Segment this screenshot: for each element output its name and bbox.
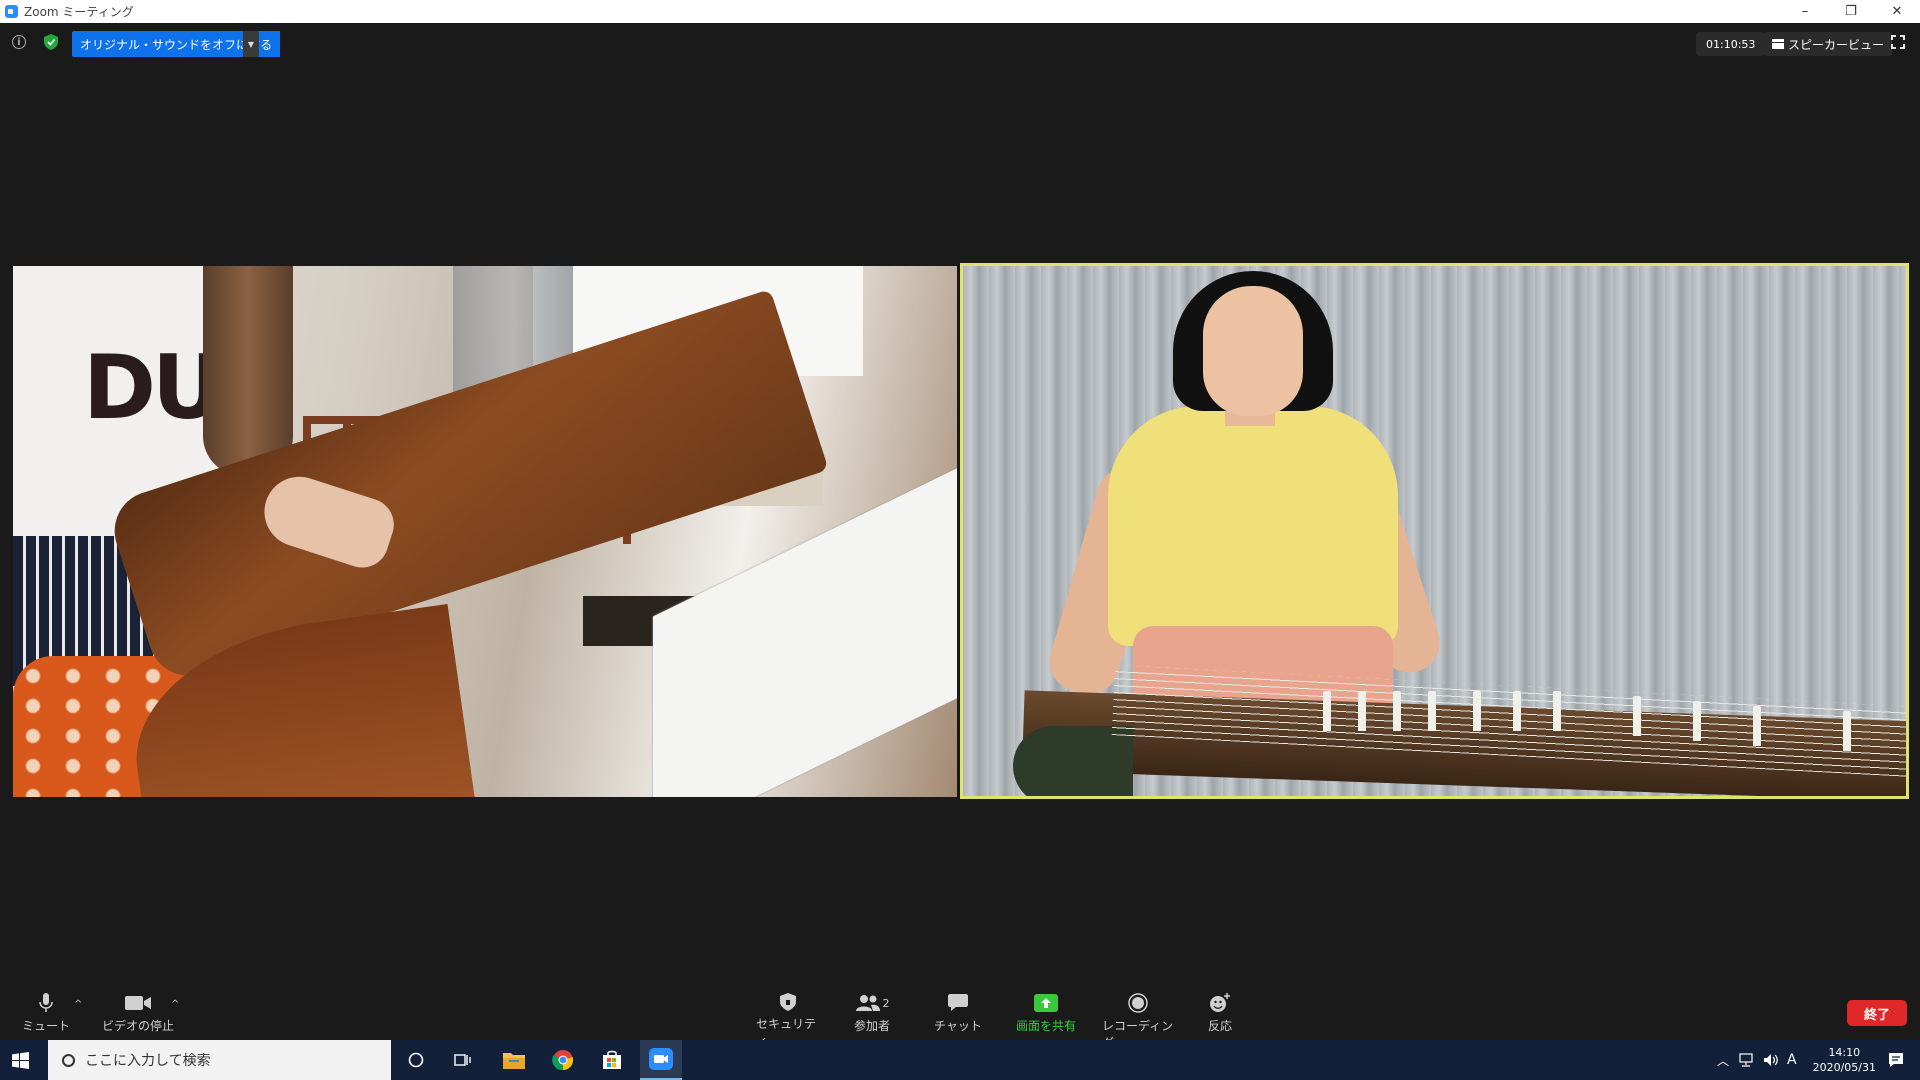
speaker-view-button[interactable]: スピーカービュー: [1764, 32, 1893, 56]
security-button[interactable]: セキュリティ: [756, 985, 820, 1048]
taskbar-search-placeholder: ここに入力して検索: [85, 1053, 211, 1069]
chat-bubble-icon: [948, 993, 968, 1013]
minimize-button[interactable]: –: [1782, 0, 1828, 23]
reactions-label: 反応: [1207, 1019, 1232, 1033]
scene-face: [1203, 286, 1303, 416]
scene-person-body: [1108, 406, 1398, 646]
fullscreen-icon[interactable]: [1891, 35, 1905, 49]
meeting-timer: 01:10:53: [1696, 32, 1766, 56]
scene-hair: [203, 266, 293, 476]
participant-video-tile-left[interactable]: DUS: [13, 266, 957, 797]
clock-date: 2020/05/31: [1812, 1061, 1876, 1074]
microphone-icon: [39, 993, 53, 1013]
koto-bridge: [1473, 691, 1481, 731]
restore-button[interactable]: ❐: [1828, 0, 1874, 23]
windows-taskbar: ここに入力して検索 ︿ A 14:10 2020/05/31: [0, 1040, 1920, 1080]
mute-label: ミュート: [22, 1019, 71, 1033]
system-tray: ︿ A 14:10 2020/05/31: [1717, 1040, 1920, 1080]
window-title-bar: Zoom ミーティング – ❐ ✕: [0, 0, 1920, 23]
zoom-taskbar-button-active[interactable]: [640, 1040, 682, 1080]
emoji-plus-icon: [1209, 993, 1231, 1013]
koto-head: [1013, 726, 1133, 796]
windows-start-icon[interactable]: [12, 1052, 29, 1069]
end-meeting-button[interactable]: 終了: [1847, 1000, 1907, 1026]
encryption-shield-icon[interactable]: [44, 34, 58, 50]
chrome-icon[interactable]: [551, 1048, 575, 1072]
volume-icon[interactable]: [1763, 1053, 1779, 1067]
koto-bridge: [1428, 691, 1436, 731]
record-button[interactable]: レコーディング: [1102, 985, 1174, 1050]
participants-button[interactable]: 2 参加者: [848, 985, 896, 1039]
close-button[interactable]: ✕: [1874, 0, 1920, 23]
mute-button[interactable]: ミュート: [22, 985, 70, 1039]
share-screen-button[interactable]: 画面を共有: [1013, 985, 1079, 1039]
koto-bridge: [1633, 696, 1641, 736]
task-view-icon[interactable]: [451, 1048, 475, 1072]
audio-options-chevron-icon[interactable]: ^: [74, 999, 82, 1010]
koto-bridge: [1323, 691, 1331, 731]
network-icon[interactable]: [1739, 1053, 1755, 1067]
security-shield-icon: [780, 993, 796, 1011]
taskbar-clock[interactable]: 14:10 2020/05/31: [1813, 1045, 1876, 1075]
window-controls: – ❐ ✕: [1782, 0, 1920, 23]
stop-video-label: ビデオの停止: [102, 1019, 175, 1033]
stop-video-button[interactable]: ビデオの停止: [102, 985, 174, 1039]
koto-bridge: [1393, 691, 1401, 731]
speaker-view-label: スピーカービュー: [1788, 37, 1885, 52]
video-camera-icon: [125, 993, 151, 1013]
tray-chevron-up-icon[interactable]: ︿: [1717, 1052, 1729, 1069]
participants-icon: 2: [855, 993, 890, 1013]
share-screen-label: 画面を共有: [1015, 1019, 1076, 1033]
zoom-app-icon: [5, 5, 18, 18]
video-options-chevron-icon[interactable]: ^: [171, 999, 179, 1010]
koto-bridge: [1753, 706, 1761, 746]
file-explorer-icon[interactable]: [502, 1048, 526, 1072]
meeting-top-bar: i オリジナル・サウンドをオフにする ▼ 01:10:53 スピーカービュー: [0, 23, 1920, 63]
chevron-down-icon: ▼: [247, 39, 255, 49]
participants-count: 2: [882, 996, 890, 1010]
reactions-button[interactable]: 反応: [1202, 985, 1238, 1039]
ime-indicator[interactable]: A: [1787, 1052, 1797, 1068]
meeting-toolbar: ミュート ^ ビデオの停止 ^ セキュリティ 2 参加者 チャット 画面を共有: [0, 985, 1920, 1050]
share-screen-icon: [1034, 993, 1058, 1013]
view-layout-icon: [1772, 39, 1784, 49]
store-icon[interactable]: [600, 1048, 624, 1072]
clock-time: 14:10: [1828, 1046, 1861, 1059]
notification-center-icon[interactable]: [1888, 1052, 1904, 1068]
participants-label: 参加者: [853, 1019, 890, 1033]
record-icon: [1128, 993, 1148, 1013]
koto-bridge: [1358, 691, 1366, 731]
window-title: Zoom ミーティング: [24, 5, 134, 19]
chat-label: チャット: [934, 1019, 982, 1033]
info-icon[interactable]: i: [12, 35, 26, 49]
cortana-icon[interactable]: [404, 1048, 428, 1072]
chat-button[interactable]: チャット: [934, 985, 982, 1039]
taskbar-search-box[interactable]: ここに入力して検索: [48, 1040, 391, 1080]
koto-bridge: [1693, 701, 1701, 741]
koto-bridge: [1553, 691, 1561, 731]
zoom-icon: [649, 1048, 673, 1070]
participant-video-tile-right[interactable]: [960, 263, 1909, 799]
koto-bridge: [1513, 691, 1521, 731]
search-icon: [62, 1053, 75, 1067]
koto-bridge: [1843, 711, 1851, 751]
original-sound-dropdown[interactable]: ▼: [243, 31, 259, 57]
